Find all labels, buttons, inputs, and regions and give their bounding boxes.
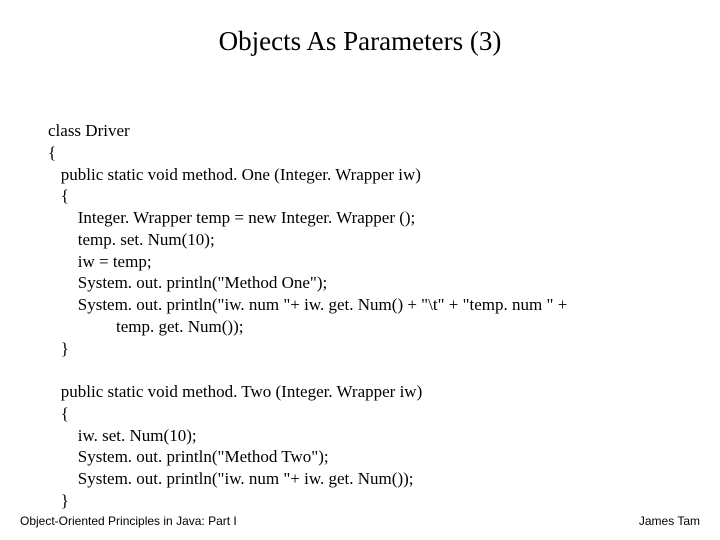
code-block: class Driver { public static void method… xyxy=(48,120,690,512)
slide-title: Objects As Parameters (3) xyxy=(0,0,720,57)
footer-left: Object-Oriented Principles in Java: Part… xyxy=(20,514,237,528)
slide: Objects As Parameters (3) class Driver {… xyxy=(0,0,720,540)
footer-right: James Tam xyxy=(639,514,700,528)
